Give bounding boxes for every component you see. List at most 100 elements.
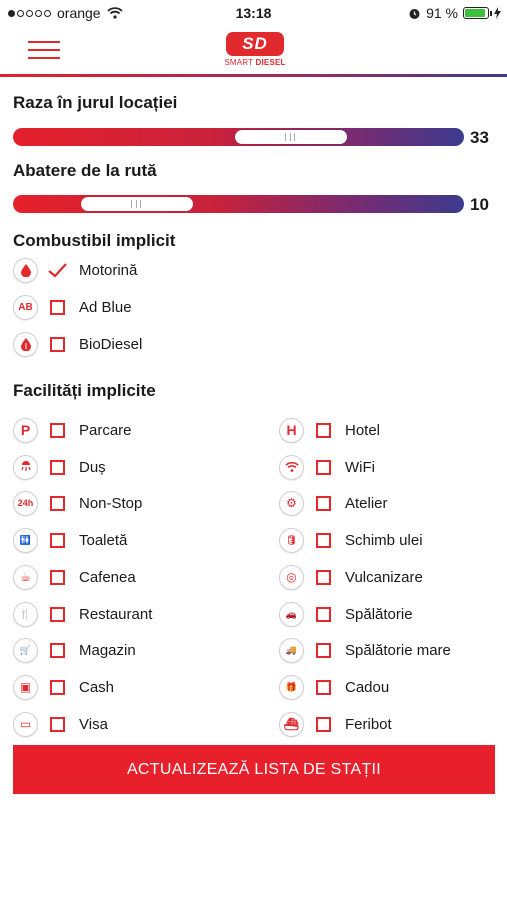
- checkbox[interactable]: [50, 679, 65, 695]
- facility-option-tire[interactable]: ◎ Vulcanizare: [279, 563, 423, 591]
- restaurant-icon: 🍴: [13, 601, 38, 627]
- oil-change-icon: 🛢: [279, 527, 304, 553]
- fuel-section-title: Combustibil implicit: [13, 231, 176, 250]
- workshop-icon: ⚙: [279, 490, 304, 516]
- facility-option-label: Spălătorie mare: [345, 641, 451, 659]
- wifi-icon: [279, 454, 304, 480]
- checkbox[interactable]: [50, 459, 65, 475]
- ferry-icon: ⛴: [279, 711, 304, 737]
- checkbox[interactable]: [50, 299, 65, 315]
- facility-option-label: Spălătorie: [345, 605, 413, 623]
- parking-icon: P: [13, 417, 38, 443]
- checkbox[interactable]: [316, 459, 331, 475]
- checkbox[interactable]: [50, 642, 65, 658]
- facility-option-label: Toaletă: [79, 531, 128, 549]
- checkbox[interactable]: [50, 716, 65, 732]
- facility-option-shower[interactable]: Duș: [13, 453, 106, 481]
- facility-option-gift[interactable]: 🎁 Cadou: [279, 673, 389, 701]
- radius-value: 33: [470, 128, 489, 147]
- facility-option-label: Non-Stop: [79, 494, 143, 512]
- radius-slider[interactable]: [13, 128, 464, 146]
- radius-slider-thumb[interactable]: [235, 130, 347, 144]
- facility-option-wifi[interactable]: WiFi: [279, 453, 375, 481]
- fuel-option-label: Motorină: [79, 261, 138, 279]
- facility-option-label: Visa: [79, 715, 108, 733]
- facility-option-label: Feribot: [345, 715, 392, 733]
- facility-option-label: Cafenea: [79, 568, 136, 586]
- truck-wash-icon: 🚚: [279, 637, 304, 663]
- battery-percent: 91 %: [426, 5, 458, 21]
- facility-option-label: Cash: [79, 678, 115, 696]
- charging-bolt-icon: [494, 7, 501, 19]
- facility-option-24h[interactable]: 24h Non-Stop: [13, 489, 142, 517]
- tire-icon: ◎: [279, 564, 304, 590]
- deviation-slider[interactable]: [13, 195, 464, 213]
- 24h-icon: 24h: [13, 490, 38, 516]
- gift-icon: 🎁: [279, 674, 304, 700]
- fuel-option-biodiesel[interactable]: BioDiesel: [13, 330, 142, 358]
- checkbox[interactable]: [50, 606, 65, 622]
- smart-diesel-logo: SD SMART DIESEL: [224, 32, 286, 67]
- cart-icon: 🛒: [13, 637, 38, 663]
- navigation-bar: SD SMART DIESEL: [0, 28, 507, 74]
- alarm-icon: [409, 8, 420, 19]
- facilities-section-title: Facilități implicite: [13, 381, 156, 400]
- coffee-icon: ☕: [13, 564, 38, 590]
- deviation-label: Abatere de la rută: [13, 161, 157, 180]
- car-wash-icon: 🚗: [279, 601, 304, 627]
- facility-option-label: Restaurant: [79, 605, 153, 623]
- facility-option-label: Magazin: [79, 641, 136, 659]
- checkbox[interactable]: [316, 716, 331, 732]
- wallet-icon: ▣: [13, 674, 38, 700]
- facility-option-label: WiFi: [345, 458, 375, 476]
- checkbox[interactable]: [316, 606, 331, 622]
- fuel-option-label: Ad Blue: [79, 298, 132, 316]
- radius-label: Raza în jurul locației: [13, 93, 178, 112]
- facility-option-label: Vulcanizare: [345, 568, 423, 586]
- facility-option-label: Cadou: [345, 678, 390, 696]
- checkbox[interactable]: [50, 569, 65, 585]
- checkbox[interactable]: [50, 532, 65, 548]
- facility-option-coffee[interactable]: ☕ Cafenea: [13, 563, 136, 591]
- checkbox[interactable]: [316, 532, 331, 548]
- facility-option-truck-wash[interactable]: 🚚 Spălătorie mare: [279, 636, 451, 664]
- fuel-drop-icon: [13, 257, 38, 283]
- checkbox[interactable]: [316, 679, 331, 695]
- checkbox[interactable]: [316, 642, 331, 658]
- checkbox[interactable]: [50, 422, 65, 438]
- hamburger-menu-icon[interactable]: [28, 38, 60, 62]
- facility-option-hotel[interactable]: H Hotel: [279, 416, 380, 444]
- facility-option-cart[interactable]: 🛒 Magazin: [13, 636, 136, 664]
- facility-option-ferry[interactable]: ⛴ Feribot: [279, 710, 392, 738]
- fuel-option-motorina[interactable]: Motorină: [13, 256, 137, 284]
- facility-option-label: Schimb ulei: [345, 531, 423, 549]
- facility-option-label: Parcare: [79, 421, 132, 439]
- facility-option-oil-change[interactable]: 🛢 Schimb ulei: [279, 526, 423, 554]
- deviation-value: 10: [470, 195, 489, 214]
- checkbox[interactable]: [50, 336, 65, 352]
- fuel-option-label: BioDiesel: [79, 335, 143, 353]
- checkbox[interactable]: [316, 422, 331, 438]
- checkmark-icon[interactable]: [48, 262, 67, 278]
- facility-option-toilet[interactable]: 🚻 Toaletă: [13, 526, 127, 554]
- facility-option-parking[interactable]: P Parcare: [13, 416, 132, 444]
- status-bar: orange 13:18 91 %: [0, 0, 507, 28]
- facility-option-card[interactable]: ▭ Visa: [13, 710, 108, 738]
- hotel-icon: H: [279, 417, 304, 443]
- checkbox[interactable]: [50, 495, 65, 511]
- toilet-icon: 🚻: [13, 527, 38, 553]
- checkbox[interactable]: [316, 495, 331, 511]
- facility-option-label: Duș: [79, 458, 106, 476]
- battery-icon: [463, 7, 492, 19]
- card-icon: ▭: [13, 711, 38, 737]
- facility-option-car-wash[interactable]: 🚗 Spălătorie: [279, 600, 413, 628]
- biodiesel-drop-icon: [13, 331, 38, 357]
- shower-icon: [13, 454, 38, 480]
- update-station-list-button[interactable]: ACTUALIZEAZĂ LISTA DE STAȚII: [13, 745, 495, 794]
- checkbox[interactable]: [316, 569, 331, 585]
- facility-option-workshop[interactable]: ⚙ Atelier: [279, 489, 388, 517]
- deviation-slider-thumb[interactable]: [81, 197, 193, 211]
- facility-option-restaurant[interactable]: 🍴 Restaurant: [13, 600, 152, 628]
- facility-option-wallet[interactable]: ▣ Cash: [13, 673, 114, 701]
- fuel-option-adblue[interactable]: AB Ad Blue: [13, 293, 132, 321]
